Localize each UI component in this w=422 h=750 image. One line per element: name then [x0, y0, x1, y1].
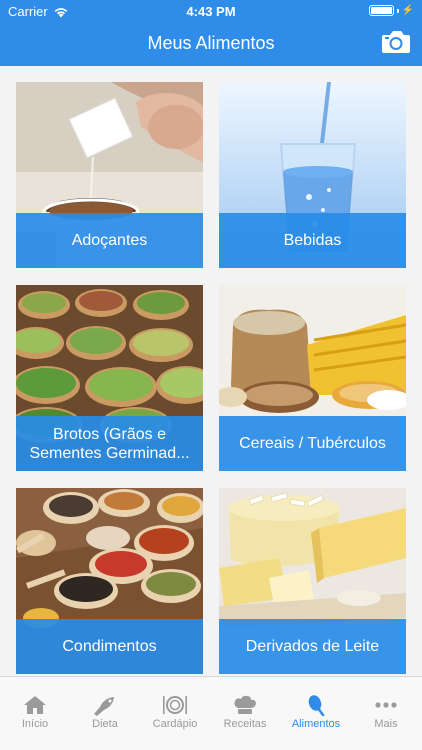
- tab-label: Início: [21, 718, 49, 730]
- tab-mais[interactable]: Mais: [351, 677, 421, 737]
- category-card-cereais[interactable]: Cereais / Tubérculos: [219, 285, 406, 471]
- plate-icon: [163, 696, 187, 714]
- category-label: Bebidas: [219, 213, 406, 268]
- category-grid: Adoçantes Bebidas Brotos (Grãos e Sement…: [16, 82, 406, 674]
- tab-bar: Início Dieta Cardápio Receitas Alimentos: [0, 676, 422, 750]
- page-title: Meus Alimentos: [147, 33, 275, 53]
- category-label: Derivados de Leite: [219, 619, 406, 674]
- tab-label: Alimentos: [291, 718, 341, 730]
- fish-icon: [94, 697, 114, 716]
- category-label: Condimentos: [16, 619, 203, 674]
- battery-group: ⚡: [368, 5, 414, 16]
- status-time: 4:43 PM: [186, 4, 236, 19]
- battery-icon: [368, 5, 394, 16]
- tab-receitas[interactable]: Receitas: [210, 677, 280, 737]
- chef-hat-icon: [234, 695, 256, 714]
- tab-label: Mais: [374, 718, 398, 730]
- food-icon: [308, 695, 325, 716]
- tab-dieta[interactable]: Dieta: [70, 677, 140, 737]
- tab-inicio[interactable]: Início: [0, 677, 70, 737]
- category-label: Brotos (Grãos e Sementes Germinad...: [16, 416, 203, 471]
- category-label: Cereais / Tubérculos: [219, 416, 406, 471]
- home-icon: [24, 696, 46, 714]
- tab-cardapio[interactable]: Cardápio: [140, 677, 210, 737]
- category-card-derivados-leite[interactable]: Derivados de Leite: [219, 488, 406, 674]
- more-icon: [375, 702, 397, 708]
- tab-label: Cardápio: [152, 718, 198, 730]
- category-card-brotos[interactable]: Brotos (Grãos e Sementes Germinad...: [16, 285, 203, 471]
- navigation-bar: Meus Alimentos: [0, 22, 422, 66]
- tab-label: Receitas: [223, 718, 267, 730]
- camera-icon[interactable]: [380, 28, 412, 56]
- category-card-adocantes[interactable]: Adoçantes: [16, 82, 203, 268]
- tab-label: Dieta: [92, 718, 118, 730]
- category-card-condimentos[interactable]: Condimentos: [16, 488, 203, 674]
- category-card-bebidas[interactable]: Bebidas: [219, 82, 406, 268]
- status-bar: Carrier 4:43 PM ⚡: [0, 0, 422, 22]
- category-label: Adoçantes: [16, 213, 203, 268]
- charging-bolt-icon: ⚡: [401, 5, 414, 16]
- battery-tip: [396, 8, 399, 13]
- tab-alimentos[interactable]: Alimentos: [281, 677, 351, 737]
- battery-fill: [370, 7, 392, 14]
